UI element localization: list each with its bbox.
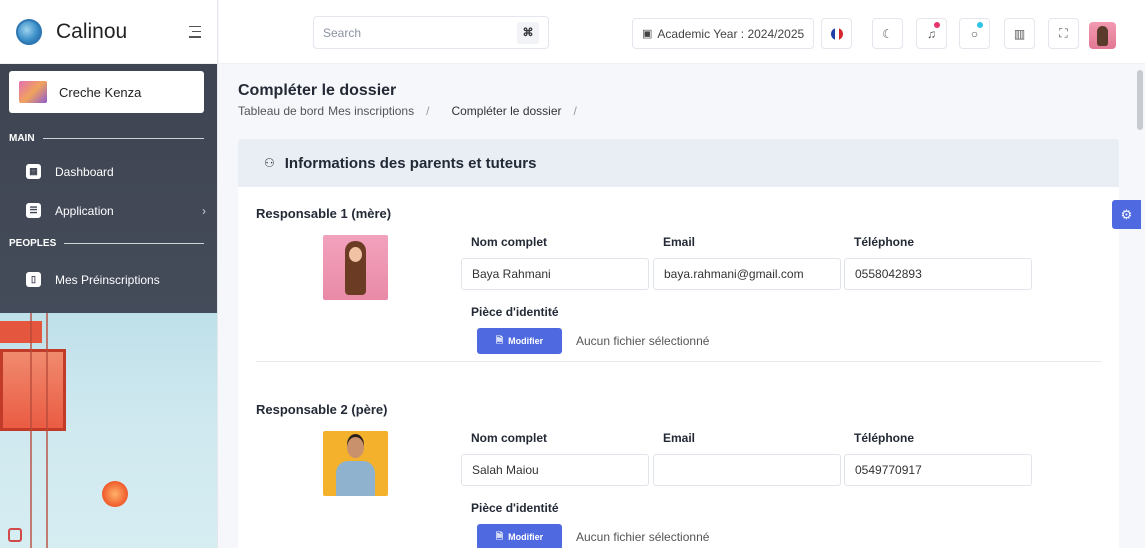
modify-label: Modifier: [508, 336, 544, 346]
fullscreen-icon: ⛶: [1059, 26, 1068, 40]
breadcrumb-home[interactable]: Tableau de bord: [238, 104, 324, 118]
file-icon: ▯: [26, 272, 41, 287]
responsable-2-email-field[interactable]: [653, 454, 841, 486]
corner-logo-icon: [8, 528, 22, 542]
file-icon: 🗎: [495, 335, 504, 345]
sidebar-body: Creche Kenza MAIN ▦ Dashboard ☰ Applicat…: [0, 64, 217, 548]
breadcrumb-separator: /: [573, 104, 577, 118]
sidebar-item-label: Mes Préinscriptions: [55, 272, 160, 287]
responsable-1-title: Responsable 1 (mère): [256, 206, 392, 221]
modify-button[interactable]: 🗎 Modifier: [477, 524, 562, 548]
scrollbar[interactable]: [1137, 70, 1143, 130]
school-avatar: [19, 81, 47, 103]
modify-label: Modifier: [508, 532, 544, 542]
notifications-button[interactable]: ♫: [916, 18, 947, 49]
settings-gear-button[interactable]: ⚙: [1112, 200, 1141, 229]
id-doc-label: Pièce d'identité: [471, 305, 559, 319]
sidebar-background-image: [0, 313, 217, 548]
users-icon: ⚇: [264, 156, 275, 170]
academic-year-selector[interactable]: ▣ Academic Year : 2024/2025: [632, 18, 815, 49]
lamp-shape: [102, 481, 128, 507]
wire-shape: [30, 313, 32, 548]
academic-year-label: Academic Year : 2024/2025: [657, 26, 805, 41]
responsable-1-name-field[interactable]: Baya Rahmani: [461, 258, 649, 290]
responsable-1-email-field[interactable]: baya.rahmani@gmail.com: [653, 258, 841, 290]
fullscreen-button[interactable]: ⛶: [1048, 18, 1079, 49]
name-label: Nom complet: [471, 235, 548, 249]
id-doc-label: Pièce d'identité: [471, 501, 559, 515]
email-label: Email: [663, 431, 696, 445]
phone-label: Téléphone: [854, 235, 915, 249]
message-dot: [977, 22, 983, 28]
calendar-icon: ▣: [642, 28, 653, 40]
chat-icon: ○: [970, 26, 979, 41]
name-label: Nom complet: [471, 431, 548, 445]
responsable-2-name-field[interactable]: Salah Maiou: [461, 454, 649, 486]
modify-button[interactable]: 🗎 Modifier: [477, 328, 562, 354]
search-input[interactable]: Search ⌘: [313, 16, 549, 49]
search-placeholder: Search: [323, 25, 362, 40]
responsable-2-title: Responsable 2 (père): [256, 402, 388, 417]
no-file-text: Aucun fichier sélectionné: [576, 334, 710, 348]
user-avatar[interactable]: [1089, 22, 1116, 49]
main-content: Compléter le dossier Tableau de bord Mes…: [219, 64, 1129, 548]
card-header: ⚇ Informations des parents et tuteurs: [238, 139, 1119, 187]
responsable-1-photo: [323, 235, 388, 300]
card-title: Informations des parents et tuteurs: [284, 154, 537, 172]
section-main: MAIN: [9, 133, 204, 144]
breadcrumb-current: Compléter le dossier: [451, 104, 562, 118]
sidebar-item-label: Dashboard: [55, 164, 114, 179]
sidebar-item-preinscriptions[interactable]: ▯ Mes Préinscriptions: [26, 272, 206, 287]
brand: Calinou: [0, 0, 217, 64]
divider: [256, 361, 1102, 362]
phone-label: Téléphone: [854, 431, 915, 445]
email-label: Email: [663, 235, 696, 249]
command-key-icon: ⌘: [517, 21, 539, 44]
sidebar: Calinou Creche Kenza MAIN ▦ Dashboard ☰ …: [0, 0, 218, 548]
chevron-right-icon: ›: [202, 203, 206, 218]
breadcrumb: Tableau de bord Mes inscriptions / Compl…: [238, 104, 585, 118]
file-icon: 🗎: [495, 531, 504, 541]
app-name: Calinou: [56, 19, 128, 43]
responsable-2-phone-field[interactable]: 0549770917: [844, 454, 1032, 486]
sidebar-item-application[interactable]: ☰ Application ›: [26, 203, 206, 218]
lamp-shape: [0, 321, 42, 343]
bell-icon: ♫: [927, 26, 936, 41]
messages-button[interactable]: ○: [959, 18, 990, 49]
no-file-text: Aucun fichier sélectionné: [576, 530, 710, 544]
responsable-1-phone-field[interactable]: 0558042893: [844, 258, 1032, 290]
layers-icon: ☰: [26, 203, 41, 218]
topbar: Search ⌘ ▣ Academic Year : 2024/2025 ☾ ♫…: [219, 0, 1145, 64]
responsable-2-photo: [323, 431, 388, 496]
logo-icon: [16, 18, 42, 45]
menu-toggle-icon[interactable]: [187, 25, 201, 38]
sidebar-item-dashboard[interactable]: ▦ Dashboard: [26, 164, 206, 179]
parents-card: ⚇ Informations des parents et tuteurs Re…: [238, 139, 1119, 548]
stats-button[interactable]: ▥: [1004, 18, 1035, 49]
school-name: Creche Kenza: [59, 84, 142, 100]
page-title: Compléter le dossier: [238, 82, 397, 99]
language-button[interactable]: [821, 18, 852, 49]
grid-icon: ▦: [26, 164, 41, 179]
notification-dot: [934, 22, 940, 28]
lamp-shape: [0, 349, 66, 431]
moon-icon: ☾: [882, 26, 893, 41]
gear-icon: ⚙: [1120, 206, 1133, 222]
chart-icon: ▥: [1013, 26, 1026, 41]
flag-fr-icon: [830, 27, 843, 40]
wire-shape: [46, 313, 48, 548]
school-selector[interactable]: Creche Kenza: [9, 71, 204, 113]
section-peoples: PEOPLES: [9, 238, 204, 249]
sidebar-item-label: Application: [55, 203, 114, 218]
theme-toggle-button[interactable]: ☾: [872, 18, 903, 49]
breadcrumb-inscriptions[interactable]: Mes inscriptions: [328, 104, 414, 118]
breadcrumb-separator: /: [426, 104, 430, 118]
